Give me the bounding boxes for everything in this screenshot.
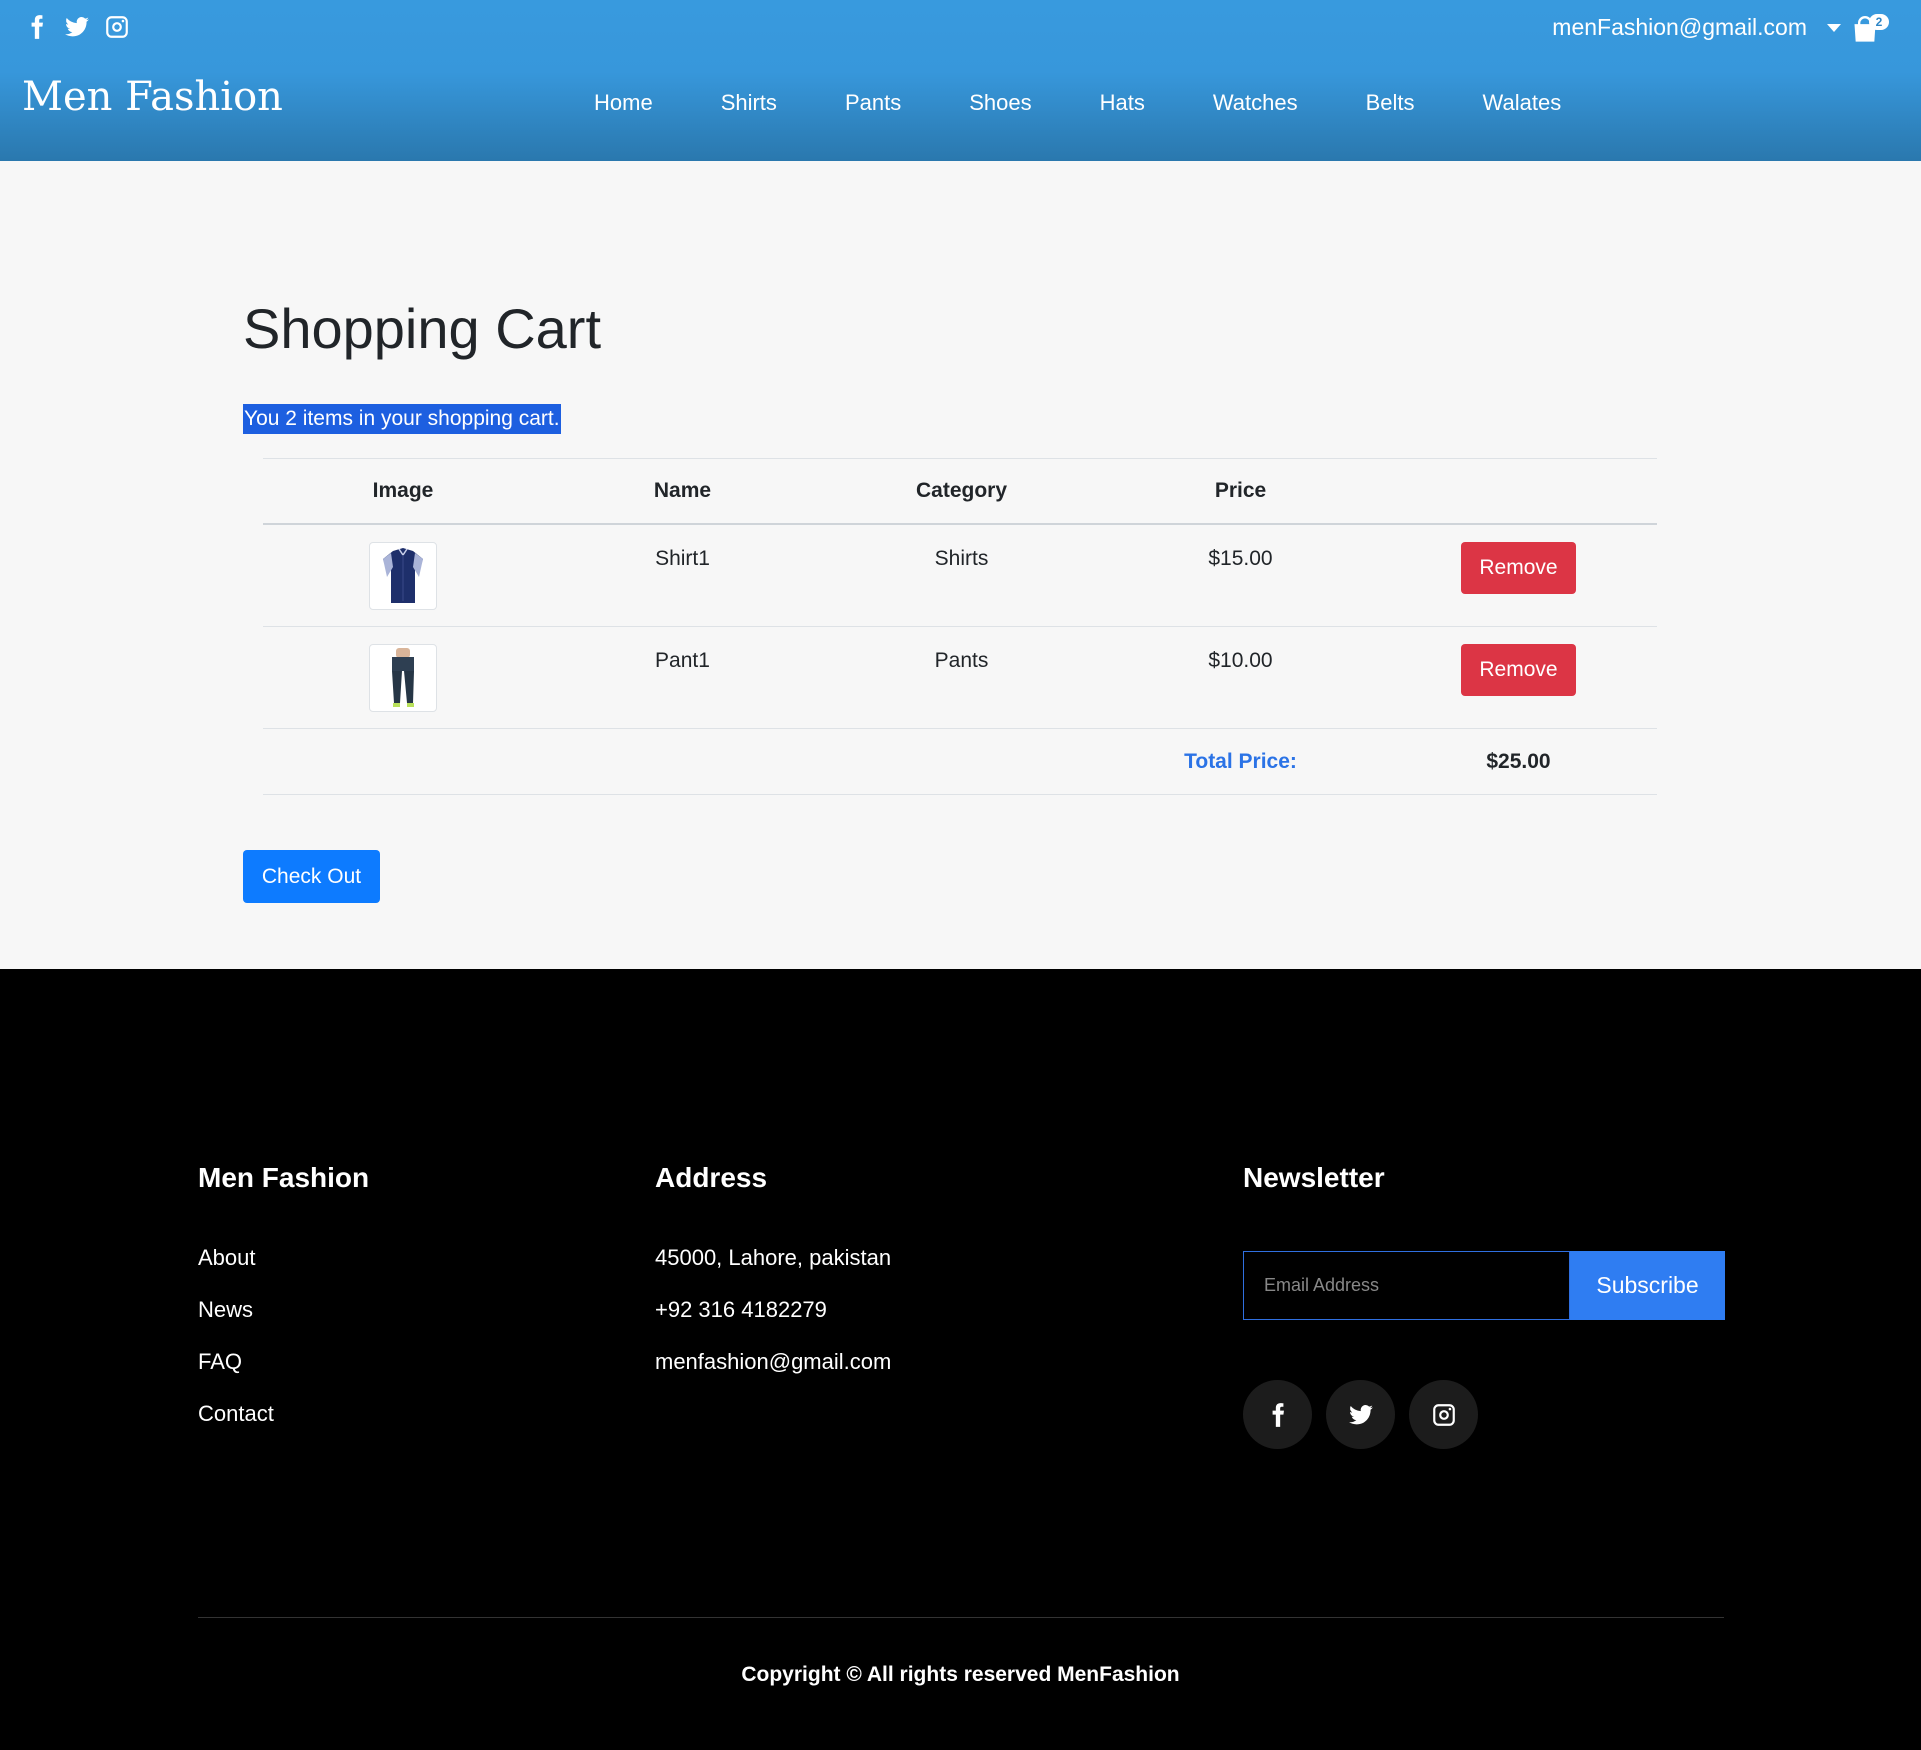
product-price: $15.00 xyxy=(1208,547,1273,570)
footer-address-line: 45000, Lahore, pakistan xyxy=(655,1245,892,1270)
pants-icon xyxy=(392,648,414,707)
main-nav: Home Shirts Pants Shoes Hats Watches Bel… xyxy=(560,90,1595,116)
footer-link-about[interactable]: About xyxy=(198,1244,369,1271)
newsletter-form: Subscribe xyxy=(1243,1251,1725,1320)
column-header-name: Name xyxy=(653,479,712,502)
shirt-icon xyxy=(383,548,423,603)
nav-shirts[interactable]: Shirts xyxy=(721,90,777,116)
checkout-button[interactable]: Check Out xyxy=(243,850,380,903)
total-row: Total Price: $25.00 xyxy=(263,729,1657,795)
cart-count-badge: 2 xyxy=(1869,14,1889,30)
product-thumbnail xyxy=(369,542,437,610)
footer-phone: +92 316 4182279 xyxy=(655,1297,827,1322)
product-name: Shirt1 xyxy=(655,547,710,570)
product-name: Pant1 xyxy=(655,649,710,672)
header-social-links xyxy=(24,14,130,40)
subscribe-button[interactable]: Subscribe xyxy=(1570,1251,1725,1320)
copyright-text: Copyright © All rights reserved MenFashi… xyxy=(741,1663,1180,1686)
footer-address-title: Address xyxy=(655,1162,768,1193)
column-header-price: Price xyxy=(1214,479,1267,502)
column-header-image: Image xyxy=(372,479,434,502)
product-price: $10.00 xyxy=(1208,649,1273,672)
nav-shoes[interactable]: Shoes xyxy=(969,90,1031,116)
footer-link-contact[interactable]: Contact xyxy=(198,1400,369,1427)
facebook-icon[interactable] xyxy=(24,14,50,40)
site-footer: Men Fashion About News FAQ Contact Addre… xyxy=(0,969,1921,1750)
column-header-category: Category xyxy=(915,479,1008,502)
nav-home[interactable]: Home xyxy=(594,90,653,116)
remove-button[interactable]: Remove xyxy=(1461,542,1576,594)
twitter-icon[interactable] xyxy=(64,14,90,40)
footer-link-faq[interactable]: FAQ xyxy=(198,1348,369,1375)
cart-section: Shopping Cart You 2 items in your shoppi… xyxy=(0,161,1921,969)
footer-brand-title: Men Fashion xyxy=(198,1162,370,1193)
footer-divider xyxy=(198,1617,1724,1618)
product-category: Pants xyxy=(934,649,989,672)
facebook-icon[interactable] xyxy=(1243,1380,1312,1449)
total-price-value: $25.00 xyxy=(1486,749,1551,773)
footer-col-newsletter: Newsletter xyxy=(1243,1162,1385,1244)
newsletter-email-input[interactable] xyxy=(1243,1251,1570,1320)
table-row: Pant1 Pants $10.00 Remove xyxy=(263,627,1657,729)
user-email[interactable]: menFashion@gmail.com xyxy=(1552,14,1807,41)
nav-belts[interactable]: Belts xyxy=(1366,90,1415,116)
table-row: Shirt1 Shirts $15.00 Remove xyxy=(263,525,1657,627)
footer-email: menfashion@gmail.com xyxy=(655,1349,892,1374)
user-menu[interactable]: menFashion@gmail.com xyxy=(1552,14,1841,41)
table-header-row: Image Name Category Price xyxy=(263,458,1657,525)
page-title: Shopping Cart xyxy=(243,297,602,360)
nav-walates[interactable]: Walates xyxy=(1483,90,1562,116)
instagram-icon[interactable] xyxy=(1409,1380,1478,1449)
cart-button[interactable]: 2 xyxy=(1851,12,1895,46)
product-thumbnail xyxy=(369,644,437,712)
footer-link-news[interactable]: News xyxy=(198,1296,369,1323)
footer-social-links xyxy=(1243,1380,1478,1449)
product-category: Shirts xyxy=(934,547,989,570)
instagram-icon[interactable] xyxy=(104,14,130,40)
chevron-down-icon[interactable] xyxy=(1827,23,1841,32)
footer-newsletter-title: Newsletter xyxy=(1243,1162,1385,1193)
remove-button[interactable]: Remove xyxy=(1461,644,1576,696)
footer-col-address: Address 45000, Lahore, pakistan +92 316 … xyxy=(655,1162,891,1400)
cart-table: Image Name Category Price Shirt1 Shirts … xyxy=(263,458,1657,795)
site-logo[interactable]: Men Fashion xyxy=(22,74,283,120)
site-header: menFashion@gmail.com 2 Men Fashion Home … xyxy=(0,0,1921,161)
twitter-icon[interactable] xyxy=(1326,1380,1395,1449)
nav-pants[interactable]: Pants xyxy=(845,90,901,116)
total-price-label: Total Price: xyxy=(1184,749,1297,773)
nav-hats[interactable]: Hats xyxy=(1100,90,1145,116)
footer-col-brand: Men Fashion About News FAQ Contact xyxy=(198,1162,369,1452)
nav-watches[interactable]: Watches xyxy=(1213,90,1298,116)
cart-count-text: You 2 items in your shopping cart. xyxy=(243,404,561,434)
